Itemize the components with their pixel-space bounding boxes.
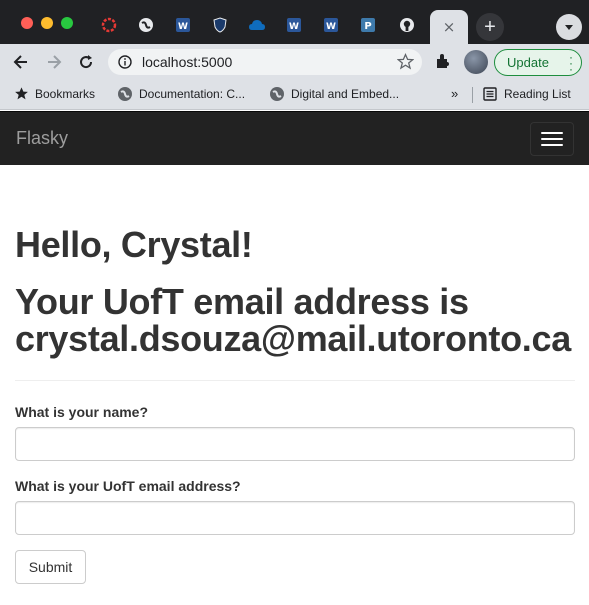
star-icon[interactable] [397,53,414,70]
tab-6[interactable]: W [277,10,311,40]
globe-icon [118,87,132,101]
svg-text:W: W [326,22,336,32]
tab-active[interactable]: × [430,10,468,44]
tab-strip: W W W P × + [0,0,589,44]
update-button[interactable]: Update · · · [494,49,582,76]
piazza-icon: P [359,16,377,34]
tab-2[interactable] [129,10,163,40]
word-icon: W [322,16,340,34]
reload-icon [80,55,93,69]
arrow-left-icon [13,55,27,69]
site-navbar: Flasky [0,111,589,165]
bookmark-label: Documentation: C... [139,87,246,101]
tab-1[interactable] [92,10,126,40]
tab-7[interactable]: W [314,10,348,40]
email-heading: Your UofT email address is crystal.dsouz… [15,281,571,359]
window-minimize-button[interactable] [41,17,53,29]
profile-avatar[interactable] [464,50,488,74]
more-vert-icon: · · · [569,50,573,76]
tab-9[interactable] [390,10,424,40]
address-url[interactable]: localhost:5000 [142,54,232,70]
svg-text:W: W [178,22,188,32]
svg-text:P: P [364,21,371,32]
shield-icon [211,16,229,34]
window-close-button[interactable] [21,17,33,29]
menu-bar-icon [541,144,563,146]
reading-list-button[interactable]: Reading List [482,86,571,102]
word-icon: W [174,16,192,34]
name-input[interactable] [15,427,575,461]
info-icon[interactable] [118,55,132,69]
menu-bar-icon [541,138,563,140]
bookmarks-overflow-button[interactable]: » [451,86,458,101]
browser-toolbar: localhost:5000 Update · · · [0,44,589,80]
reading-list-label: Reading List [504,87,571,101]
forward-button[interactable] [42,50,66,74]
submit-button[interactable]: Submit [15,550,86,584]
bookmark-label: Digital and Embed... [291,87,400,101]
github-icon [398,16,416,34]
reading-list-icon [483,87,497,101]
tab-5[interactable] [240,10,274,40]
email-label: What is your UofT email address? [15,478,241,494]
bookmark-item-digital-embedded[interactable]: Digital and Embed... [269,86,399,102]
arrow-right-icon [48,55,62,69]
name-label: What is your name? [15,404,149,420]
update-label: Update [507,55,549,70]
bookmarks-bar: Bookmarks Documentation: C... Digital an… [0,80,589,110]
star-icon [15,87,28,100]
reload-button[interactable] [74,50,98,74]
bookmark-label: Bookmarks [35,86,96,101]
divider [15,380,575,381]
svg-text:W: W [289,22,299,32]
extensions-icon[interactable] [434,52,452,70]
tab-8[interactable]: P [351,10,385,40]
navbar-brand[interactable]: Flasky [16,128,68,149]
onedrive-icon [248,16,266,34]
red-ring-icon [100,16,118,34]
tab-3[interactable]: W [166,10,200,40]
close-icon[interactable]: × [443,18,456,36]
window-maximize-button[interactable] [61,17,73,29]
tab-search-button[interactable] [556,14,582,40]
navbar-toggle-button[interactable] [530,122,574,156]
address-bar[interactable]: localhost:5000 [108,49,422,75]
bookmark-item-documentation[interactable]: Documentation: C... [117,86,245,102]
greeting-heading: Hello, Crystal! [15,224,253,265]
menu-bar-icon [541,132,563,134]
globe-icon [137,16,155,34]
back-button[interactable] [9,50,33,74]
word-icon: W [285,16,303,34]
bookmarks-divider [472,87,473,103]
tab-4[interactable] [203,10,237,40]
globe-icon [270,87,284,101]
chevron-down-icon [565,25,573,30]
new-tab-button[interactable]: + [476,13,504,41]
bookmark-item-bookmarks[interactable]: Bookmarks [14,86,95,101]
email-input[interactable] [15,501,575,535]
